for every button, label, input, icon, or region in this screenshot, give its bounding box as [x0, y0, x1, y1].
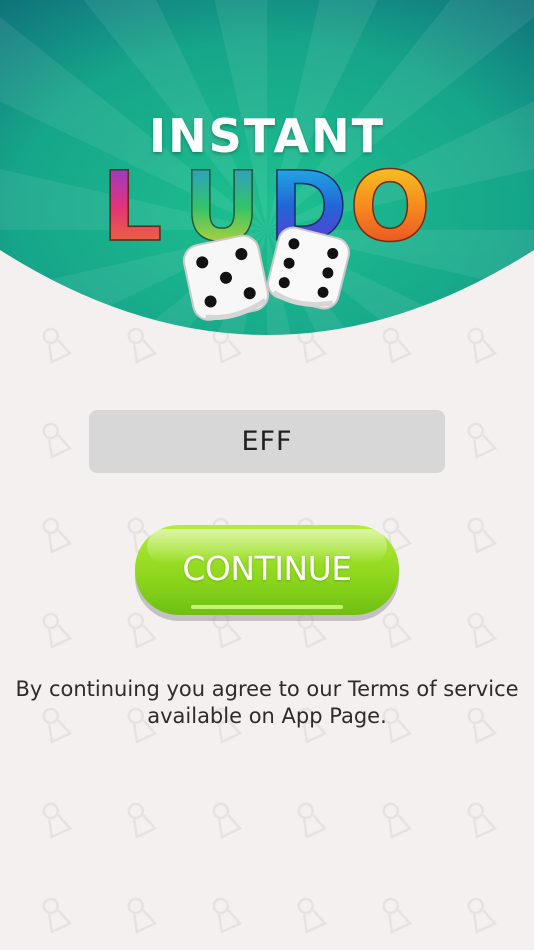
ludo-pawn-icon — [42, 517, 73, 554]
ludo-pawn-icon — [467, 897, 498, 934]
ludo-pawn-icon — [212, 802, 243, 839]
ludo-pawn-icon — [467, 517, 498, 554]
ludo-pawn-icon — [127, 897, 158, 934]
ludo-pawn-icon — [382, 897, 413, 934]
ludo-pawn-icon — [297, 802, 328, 839]
ludo-pawn-icon — [42, 897, 73, 934]
ludo-pawn-icon — [467, 802, 498, 839]
continue-button[interactable]: CONTINUE — [133, 523, 401, 623]
ludo-pawn-icon — [297, 897, 328, 934]
logo-letter-l: L — [101, 151, 162, 260]
ludo-pawn-icon — [467, 612, 498, 649]
continue-button-label: CONTINUE — [182, 549, 352, 588]
player-name-input[interactable] — [89, 410, 445, 473]
ludo-pawn-icon — [382, 802, 413, 839]
ludo-pawn-icon — [127, 802, 158, 839]
ludo-pawn-icon — [42, 612, 73, 649]
ludo-pawn-icon — [42, 422, 73, 459]
ludo-pawn-icon — [212, 897, 243, 934]
dice-icon — [182, 226, 350, 321]
ludo-pawn-icon — [467, 422, 498, 459]
ludo-pawn-icon — [42, 802, 73, 839]
logo-letter-o: O — [349, 151, 431, 260]
terms-notice: By continuing you agree to our Terms of … — [15, 677, 519, 728]
